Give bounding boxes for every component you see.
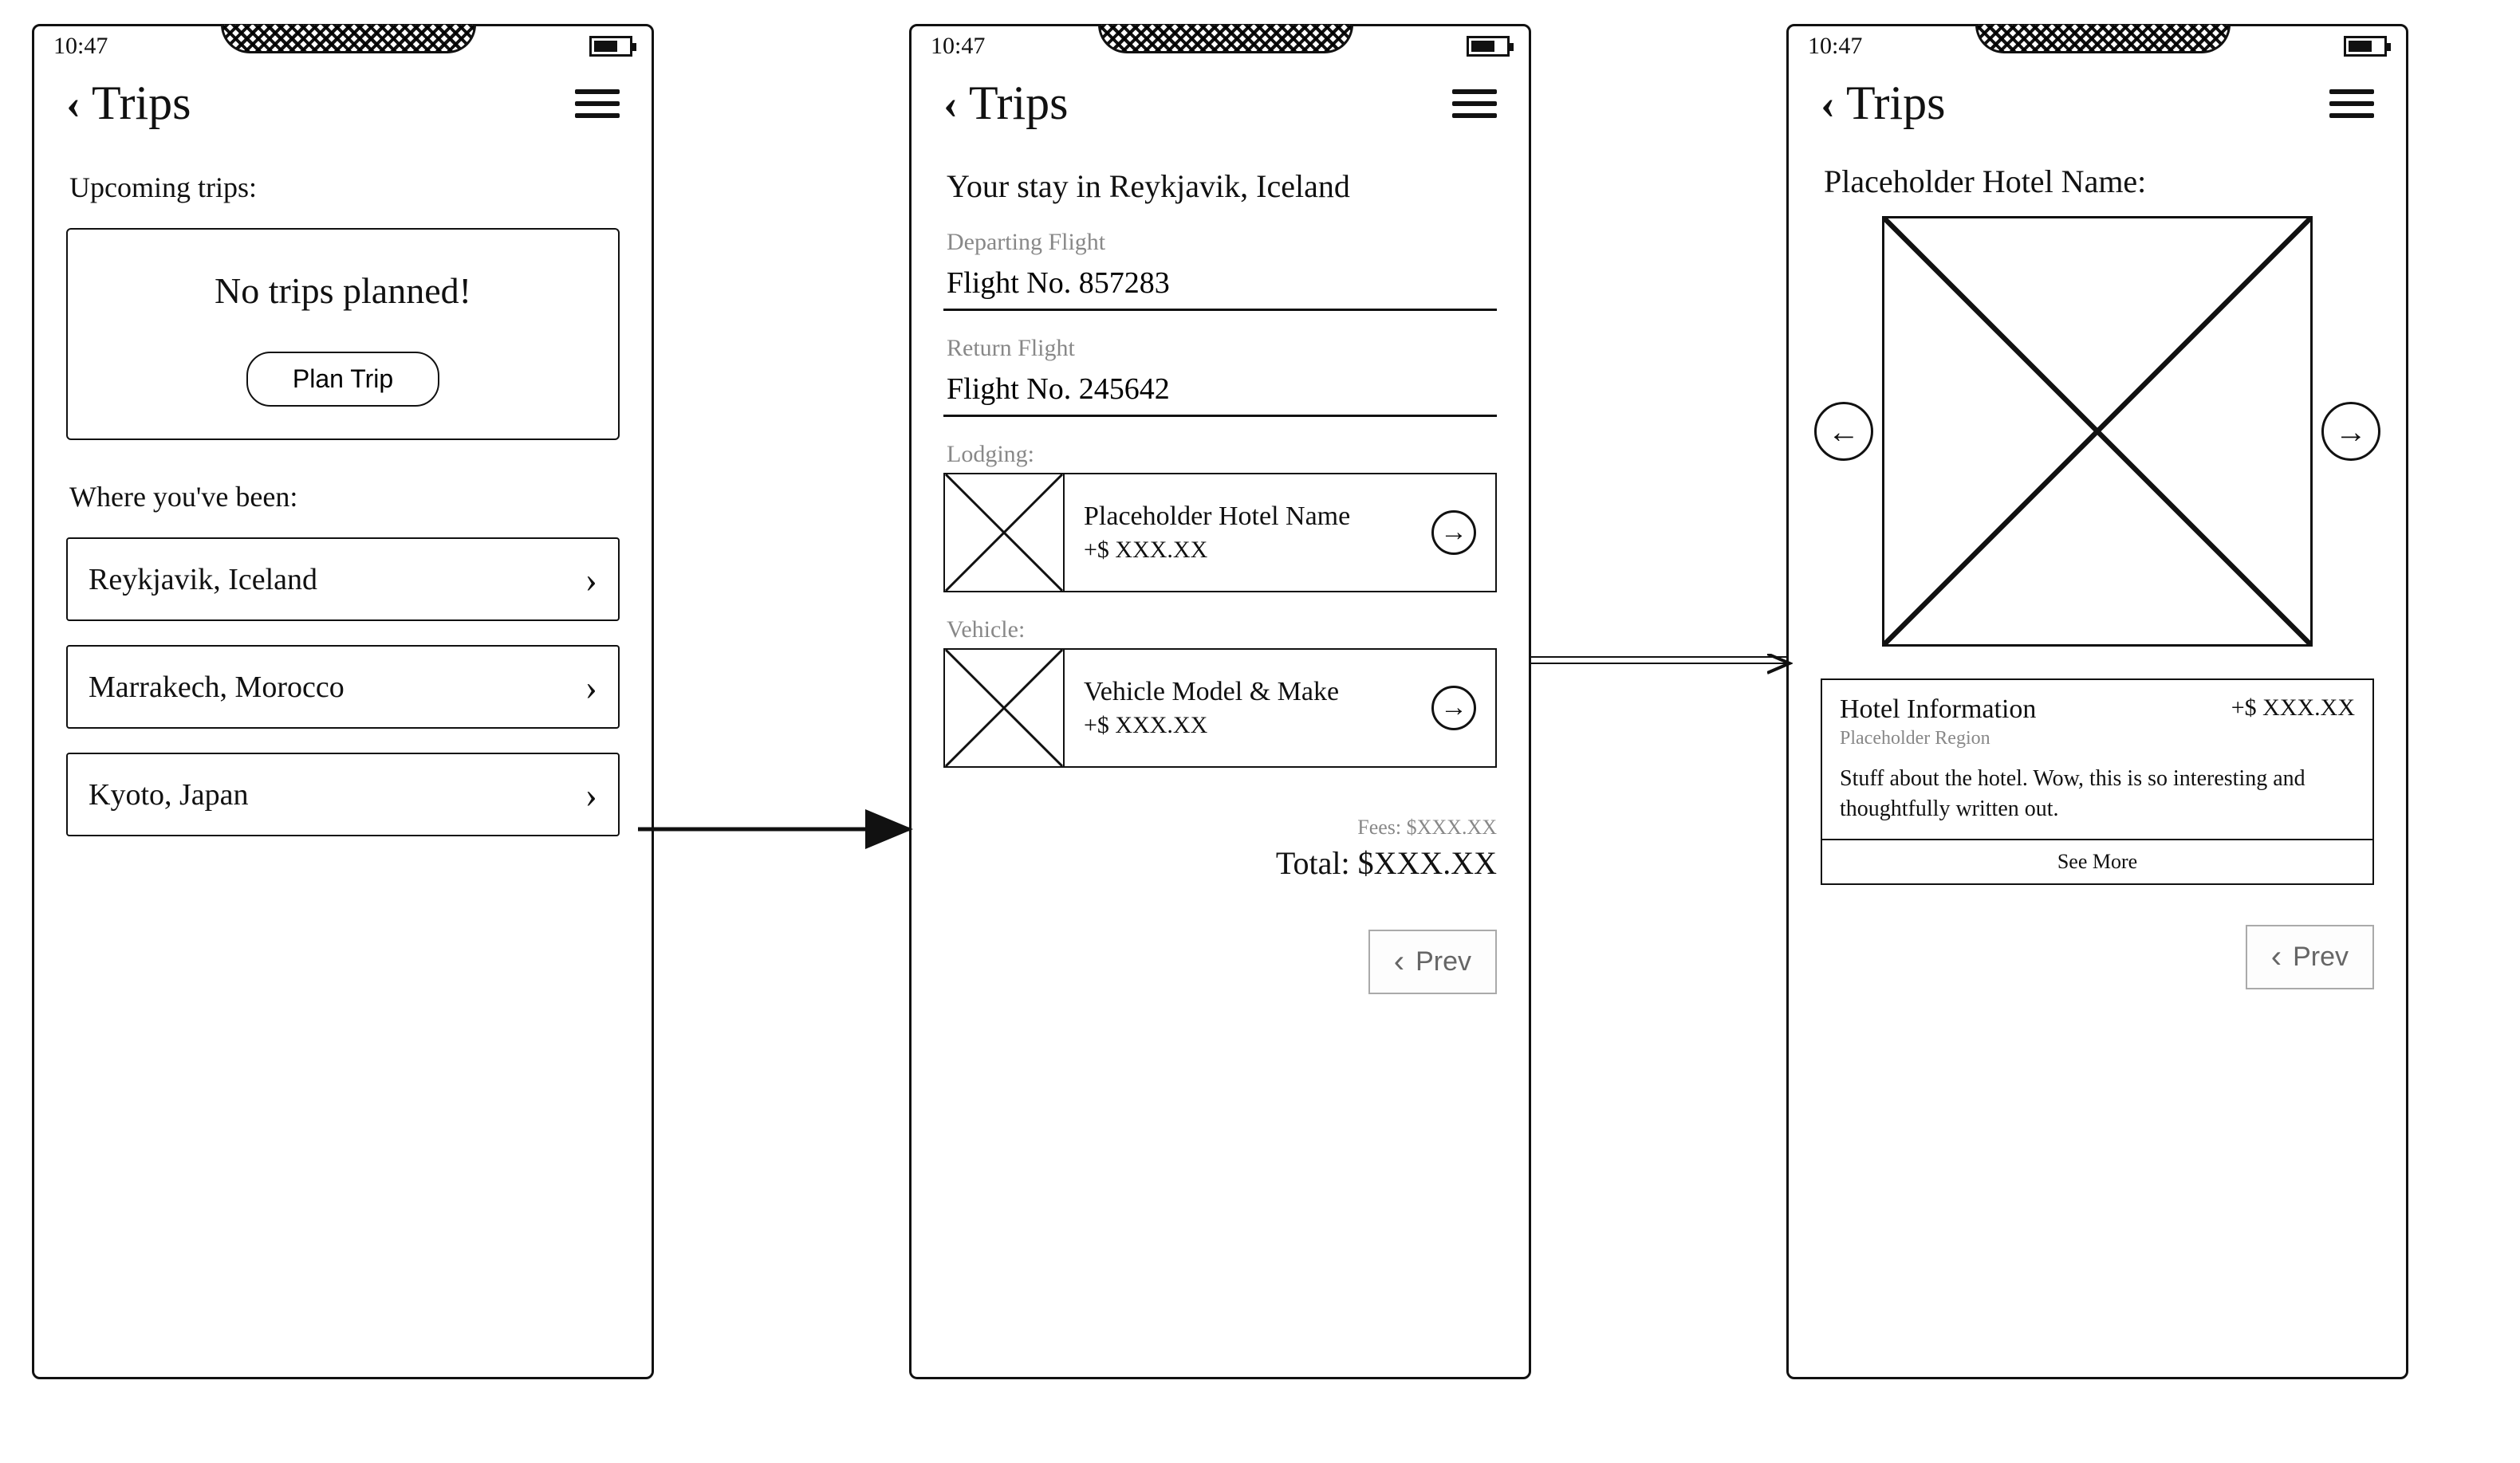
fees-text: Fees: $XXX.XX [943,816,1497,840]
return-flight-label: Return Flight [947,335,1497,362]
stay-title: Your stay in Reykjavik, Iceland [947,167,1497,205]
page-title: Trips [92,76,191,131]
status-bar: 10:47 [1789,26,2406,60]
vehicle-thumbnail [945,650,1065,766]
hotel-info-price: +$ XXX.XX [2231,694,2355,722]
phone-screen-2: 10:47 ‹ Trips Your stay in Reykjavik, Ic… [909,24,1531,1379]
history-item-marrakech[interactable]: Marrakech, Morocco › [66,645,620,729]
history-item-kyoto[interactable]: Kyoto, Japan › [66,753,620,836]
flow-arrow-1-to-2 [638,813,925,816]
vehicle-price: +$ XXX.XX [1084,712,1412,739]
carousel-next-button[interactable]: → [2321,402,2380,461]
chevron-right-icon: › [585,773,597,816]
total-text: Total: $XXX.XX [943,844,1497,882]
status-bar: 10:47 [34,26,652,60]
history-item-label: Marrakech, Morocco [89,670,345,705]
vehicle-label: Vehicle: [947,616,1497,643]
empty-trips-message: No trips planned! [92,269,594,312]
hotel-image-carousel: ← → [1821,216,2374,647]
battery-icon [589,36,632,57]
battery-icon [1467,36,1510,57]
hotel-info-heading: Hotel Information [1840,694,2036,725]
lodging-thumbnail [945,474,1065,591]
history-item-reykjavik[interactable]: Reykjavik, Iceland › [66,537,620,621]
prev-button[interactable]: ‹ Prev [1368,930,1497,994]
empty-trips-card: No trips planned! Plan Trip [66,228,620,440]
app-header: ‹ Trips [912,60,1529,139]
status-time: 10:47 [53,33,108,60]
page-title: Trips [1846,76,1946,131]
app-header: ‹ Trips [34,60,652,139]
status-time: 10:47 [1808,33,1862,60]
hotel-image-placeholder [1882,216,2313,647]
phone-notch [1975,25,2231,53]
lodging-label: Lodging: [947,441,1497,468]
status-bar: 10:47 [912,26,1529,60]
departing-flight-label: Departing Flight [947,229,1497,256]
battery-icon [2344,36,2387,57]
lodging-name: Placeholder Hotel Name [1084,501,1412,532]
back-icon[interactable]: ‹ [66,82,81,125]
prev-button[interactable]: ‹ Prev [2246,925,2374,989]
menu-icon[interactable] [2329,89,2374,118]
history-heading: Where you've been: [69,480,620,513]
departing-flight-input[interactable] [943,261,1497,311]
prev-label: Prev [1416,946,1471,977]
status-time: 10:47 [931,33,985,60]
back-icon[interactable]: ‹ [943,82,958,125]
history-item-label: Kyoto, Japan [89,777,249,812]
chevron-right-icon: › [585,558,597,600]
history-item-label: Reykjavik, Iceland [89,562,317,597]
vehicle-name: Vehicle Model & Make [1084,677,1412,707]
back-icon[interactable]: ‹ [1821,82,1835,125]
app-header: ‹ Trips [1789,60,2406,139]
chevron-right-icon: › [585,666,597,708]
carousel-prev-button[interactable]: ← [1814,402,1873,461]
lodging-card[interactable]: Placeholder Hotel Name +$ XXX.XX → [943,473,1497,592]
phone-screen-3: 10:47 ‹ Trips Placeholder Hotel Name: ← … [1786,24,2408,1379]
chevron-left-icon: ‹ [1394,944,1404,980]
page-title: Trips [969,76,1069,131]
flow-arrow-2-to-3 [1531,643,1802,646]
prev-label: Prev [2293,942,2349,973]
chevron-left-icon: ‹ [2271,939,2282,975]
hotel-description: Stuff about the hotel. Wow, this is so i… [1822,749,2372,839]
lodging-detail-button[interactable]: → [1431,510,1476,555]
return-flight-input[interactable] [943,367,1497,417]
plan-trip-button[interactable]: Plan Trip [246,352,439,407]
vehicle-detail-button[interactable]: → [1431,686,1476,730]
phone-notch [1098,25,1353,53]
phone-notch [221,25,476,53]
menu-icon[interactable] [1452,89,1497,118]
hotel-title: Placeholder Hotel Name: [1824,163,2374,200]
vehicle-card[interactable]: Vehicle Model & Make +$ XXX.XX → [943,648,1497,768]
see-more-button[interactable]: See More [1822,839,2372,883]
menu-icon[interactable] [575,89,620,118]
phone-screen-1: 10:47 ‹ Trips Upcoming trips: No trips p… [32,24,654,1379]
upcoming-heading: Upcoming trips: [69,171,620,204]
hotel-region: Placeholder Region [1822,725,2372,749]
hotel-info-card: Hotel Information +$ XXX.XX Placeholder … [1821,678,2374,885]
lodging-price: +$ XXX.XX [1084,537,1412,564]
